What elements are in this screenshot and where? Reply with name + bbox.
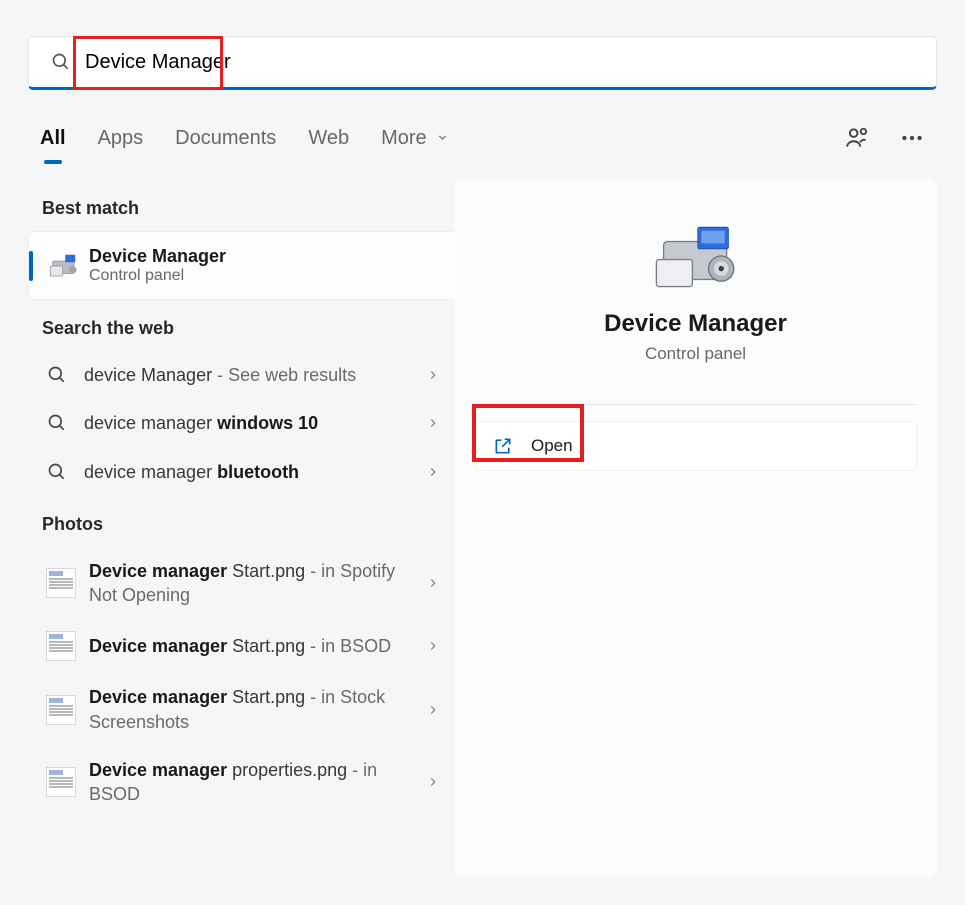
- photo-result-label: Device manager Start.png - in Spotify No…: [89, 559, 426, 608]
- open-icon: [493, 436, 513, 456]
- preview-title: Device Manager: [474, 310, 917, 338]
- feedback-icon[interactable]: [845, 125, 871, 151]
- tab-web[interactable]: Web: [308, 123, 349, 154]
- photo-result-item[interactable]: Device manager Start.png - in Stock Scre…: [28, 673, 458, 746]
- search-icon: [46, 412, 68, 434]
- best-match-title: Device Manager: [89, 246, 226, 267]
- section-best-match: Best match: [42, 198, 458, 219]
- tab-all[interactable]: All: [40, 123, 66, 154]
- search-icon: [51, 52, 71, 72]
- photo-result-item[interactable]: Device manager Start.png - in BSOD: [28, 619, 458, 673]
- web-result-label: device manager windows 10: [84, 411, 426, 435]
- tab-apps[interactable]: Apps: [98, 123, 144, 154]
- preview-subtitle: Control panel: [474, 344, 917, 364]
- search-bar[interactable]: [28, 36, 937, 90]
- best-match-item[interactable]: Device Manager Control panel: [28, 231, 458, 300]
- tab-more-label: More: [381, 127, 427, 149]
- image-thumbnail-icon: [46, 767, 76, 797]
- photo-result-item[interactable]: Device manager properties.png - in BSOD: [28, 746, 458, 819]
- web-result-label: device manager bluetooth: [84, 460, 426, 484]
- preview-pane: Device Manager Control panel Open: [454, 180, 937, 877]
- web-result-label: device Manager - See web results: [84, 363, 426, 387]
- web-result-item[interactable]: device manager bluetooth: [28, 448, 458, 496]
- web-result-item[interactable]: device manager windows 10: [28, 399, 458, 447]
- tab-documents[interactable]: Documents: [175, 123, 276, 154]
- more-options-icon[interactable]: [899, 125, 925, 151]
- preview-actions: Open: [474, 421, 917, 471]
- image-thumbnail-icon: [46, 568, 76, 598]
- photo-result-label: Device manager Start.png - in BSOD: [89, 634, 426, 658]
- open-button[interactable]: Open: [474, 421, 917, 471]
- photo-result-label: Device manager properties.png - in BSOD: [89, 758, 426, 807]
- filter-tabs-row: All Apps Documents Web More: [40, 118, 925, 158]
- web-result-item[interactable]: device Manager - See web results: [28, 351, 458, 399]
- search-icon: [46, 461, 68, 483]
- preview-app-icon: [651, 220, 741, 292]
- section-search-web: Search the web: [42, 318, 458, 339]
- device-manager-icon: [49, 251, 79, 281]
- results-column: Best match Device Manager Control panel …: [28, 180, 458, 819]
- photo-result-label: Device manager Start.png - in Stock Scre…: [89, 685, 426, 734]
- search-input[interactable]: [85, 51, 914, 74]
- search-icon: [46, 364, 68, 386]
- section-photos: Photos: [42, 514, 458, 535]
- open-label: Open: [531, 436, 573, 456]
- divider: [474, 404, 917, 405]
- tab-more[interactable]: More: [381, 123, 449, 154]
- chevron-down-icon: [436, 131, 449, 144]
- best-match-subtitle: Control panel: [89, 267, 226, 285]
- image-thumbnail-icon: [46, 695, 76, 725]
- filter-tabs: All Apps Documents Web More: [40, 123, 449, 154]
- photo-result-item[interactable]: Device manager Start.png - in Spotify No…: [28, 547, 458, 620]
- top-actions: [845, 125, 925, 151]
- image-thumbnail-icon: [46, 631, 76, 661]
